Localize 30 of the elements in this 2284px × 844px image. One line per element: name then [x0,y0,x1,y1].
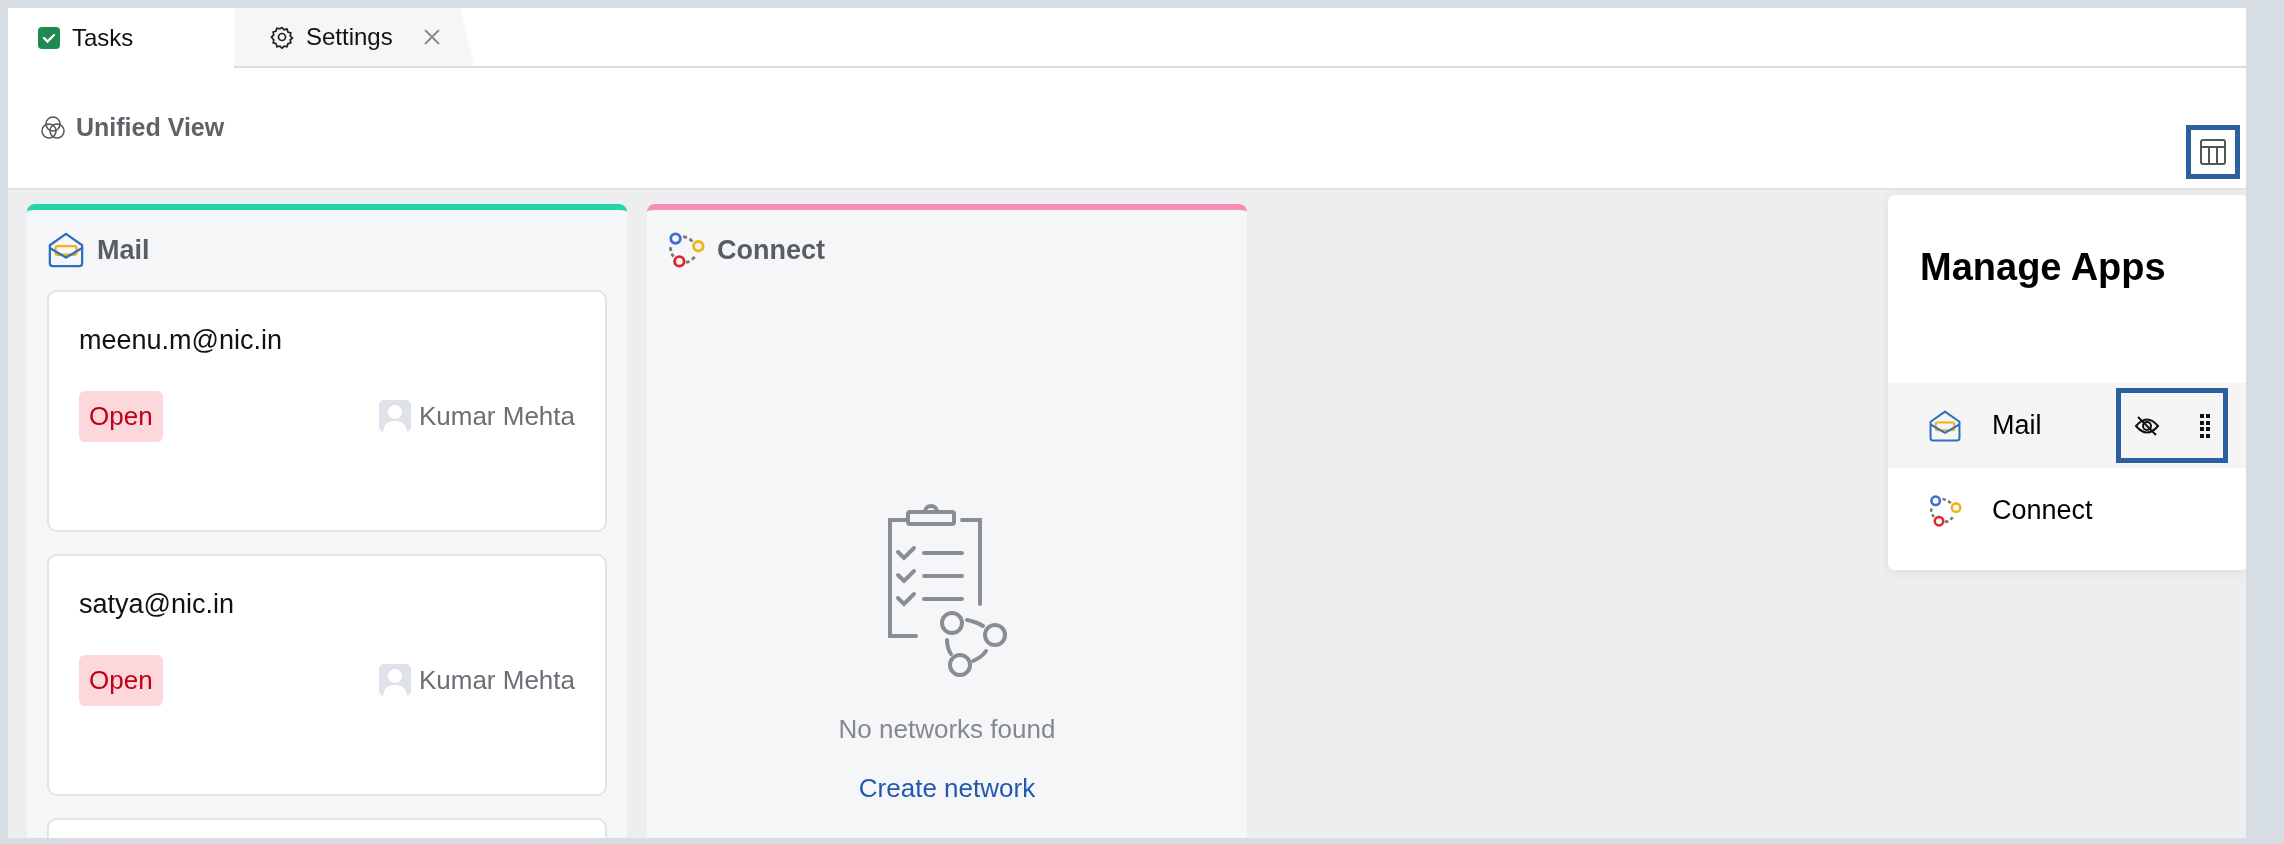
layout-icon [2199,138,2227,166]
overlapping-circles-icon [40,115,66,141]
page-title: Unified View [76,112,225,144]
mail-icon [47,231,85,269]
create-network-link[interactable]: Create network [858,769,1036,808]
layout-button[interactable] [2186,125,2240,179]
check-icon [38,27,60,49]
status-badge: Open [79,654,163,706]
empty-message: No networks found [838,713,1056,746]
app-row[interactable]: Mail [1888,383,2246,468]
eye-slash-icon [2134,414,2160,437]
column-title: Mail [97,233,150,267]
app-row[interactable]: Connect [1888,468,2246,553]
card-email: satya@nic.in [79,588,235,621]
avatar-icon [378,400,411,432]
task-card[interactable]: meenu.m@nic.in Open Kumar Mehta [47,290,607,532]
panel-title: Manage Apps [1919,245,2167,290]
assignee-name: Kumar Mehta [418,663,575,697]
task-card[interactable]: satya@nic.in Open Kumar Mehta [47,554,607,796]
avatar-icon [378,664,411,696]
assignee-name: Kumar Mehta [418,399,575,433]
drag-handle-icon [2200,413,2210,438]
mail-icon [1928,408,1962,443]
tab[interactable]: Settings [234,8,474,66]
connect-icon [1928,493,1962,528]
card-email: meenu.m@nic.in [79,324,283,357]
connect-icon [667,231,705,269]
settings-icon [270,25,294,49]
column-title: Connect [717,233,825,267]
status-badge: Open [79,390,163,442]
